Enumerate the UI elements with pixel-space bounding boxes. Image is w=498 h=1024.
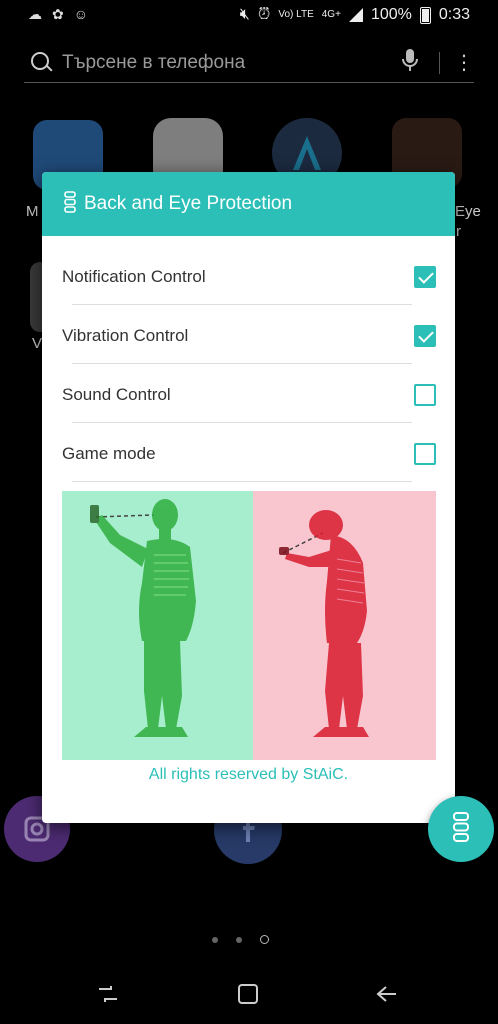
network-label: 4G+ xyxy=(321,9,341,20)
page-dot[interactable] xyxy=(236,936,242,943)
spine-icon xyxy=(450,811,472,847)
bg-app-label-2: Eye xyxy=(455,203,481,220)
more-options-icon[interactable]: ⋮ xyxy=(454,53,474,73)
system-icons: 🔇︎ ⏰︎ Vo) LTE 4G+ 100% 0:33 xyxy=(240,6,470,24)
option-label: Game mode xyxy=(62,443,156,463)
spine-icon xyxy=(62,190,78,218)
microphone-icon[interactable] xyxy=(395,48,425,78)
divider xyxy=(72,363,412,364)
phone-search-bar[interactable]: Търсене в телефона ⋮ xyxy=(24,44,474,83)
divider xyxy=(72,481,412,482)
page-dot-active[interactable] xyxy=(260,935,269,944)
navigation-bar xyxy=(0,966,498,1024)
copyright-text: All rights reserved by StAiC. xyxy=(148,766,349,783)
option-label: Sound Control xyxy=(62,384,171,404)
signal-icon xyxy=(348,8,363,22)
battery-percent: 100% xyxy=(370,6,412,23)
protection-dialog: Back and Eye Protection Notification Con… xyxy=(42,172,455,823)
page-indicator xyxy=(212,935,269,944)
option-game-mode[interactable]: Game mode xyxy=(62,424,436,483)
dialog-header: Back and Eye Protection xyxy=(42,172,455,236)
battery-icon xyxy=(419,6,431,24)
lte-label: Vo) LTE xyxy=(278,9,314,20)
status-bar: ☁ ✿ ☺ 🔇︎ ⏰︎ Vo) LTE 4G+ 100% 0:33 xyxy=(0,0,498,32)
recent-apps-button[interactable] xyxy=(88,980,128,1012)
spine-fab-button[interactable] xyxy=(428,796,494,862)
divider xyxy=(72,304,412,305)
cloud-icon: ☁ xyxy=(28,6,42,22)
alarm-icon: ⏰︎ xyxy=(257,6,271,23)
option-label: Vibration Control xyxy=(62,325,189,345)
mute-icon: 🔇︎ xyxy=(239,6,250,23)
home-icon xyxy=(237,983,259,1010)
game-mode-checkbox[interactable] xyxy=(414,442,436,465)
apps-icon: ✿ xyxy=(52,6,64,22)
option-vibration-control[interactable]: Vibration Control xyxy=(62,306,436,365)
search-icon xyxy=(30,51,54,75)
clock: 0:33 xyxy=(438,6,470,23)
back-arrow-icon xyxy=(376,985,398,1008)
notification-control-checkbox[interactable] xyxy=(414,265,436,288)
recent-apps-icon xyxy=(97,985,119,1008)
bg-app-label-3: r xyxy=(456,223,461,240)
separator xyxy=(439,52,440,74)
divider xyxy=(72,422,412,423)
option-sound-control[interactable]: Sound Control xyxy=(62,365,436,424)
bg-app-label-1: M xyxy=(26,203,39,220)
search-input[interactable]: Търсене в телефона xyxy=(62,52,395,74)
option-notification-control[interactable]: Notification Control xyxy=(62,247,436,306)
option-label: Notification Control xyxy=(62,266,206,286)
cat-icon: ☺ xyxy=(73,6,89,22)
bg-app-label-4: V xyxy=(32,335,43,352)
posture-illustration xyxy=(62,491,436,760)
vibration-control-checkbox[interactable] xyxy=(414,324,436,347)
back-button[interactable] xyxy=(367,980,407,1012)
bad-posture-panel xyxy=(253,491,436,760)
home-button[interactable] xyxy=(228,980,268,1012)
good-posture-panel xyxy=(62,491,253,760)
dialog-title: Back and Eye Protection xyxy=(84,193,293,214)
sound-control-checkbox[interactable] xyxy=(414,383,436,406)
notification-icons: ☁ ✿ ☺ xyxy=(28,6,88,23)
page-dot[interactable] xyxy=(212,936,218,943)
